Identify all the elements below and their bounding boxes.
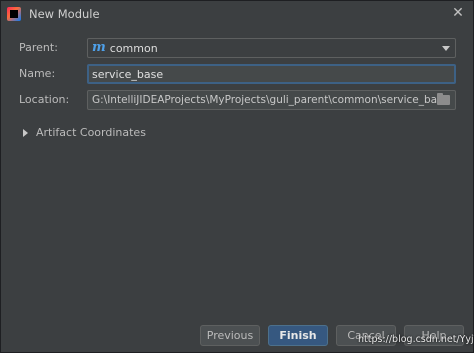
name-input[interactable] [87, 64, 456, 84]
parent-dropdown[interactable]: m common [87, 38, 456, 58]
location-value: G:\IntelliJIDEAProjects\MyProjects\guli_… [92, 94, 450, 106]
name-label: Name: [19, 67, 56, 80]
new-module-dialog: New Module ✕ Parent: m common Name: Loca… [0, 0, 474, 353]
intellij-app-icon [7, 6, 21, 21]
parent-row: Parent: [19, 41, 87, 54]
artifact-coordinates-toggle[interactable]: Artifact Coordinates [23, 126, 146, 139]
chevron-down-icon[interactable] [442, 46, 450, 51]
name-row: Name: [19, 67, 87, 80]
parent-value: common [109, 41, 158, 55]
folder-browse-icon[interactable] [437, 93, 450, 105]
finish-button[interactable]: Finish [268, 325, 328, 346]
watermark-text: https://blog.csdn.net/YyjYsj [358, 334, 474, 345]
maven-module-icon: m [92, 40, 106, 55]
artifact-coordinates-label: Artifact Coordinates [36, 126, 146, 139]
location-row: Location: [19, 93, 87, 106]
parent-label: Parent: [19, 41, 58, 54]
previous-button[interactable]: Previous [200, 325, 260, 346]
dialog-title: New Module [29, 6, 100, 21]
title-bar: New Module ✕ [1, 1, 473, 26]
close-icon[interactable]: ✕ [447, 4, 469, 22]
location-label: Location: [19, 93, 70, 106]
location-field[interactable]: G:\IntelliJIDEAProjects\MyProjects\guli_… [87, 90, 456, 110]
chevron-right-icon[interactable] [23, 128, 28, 137]
